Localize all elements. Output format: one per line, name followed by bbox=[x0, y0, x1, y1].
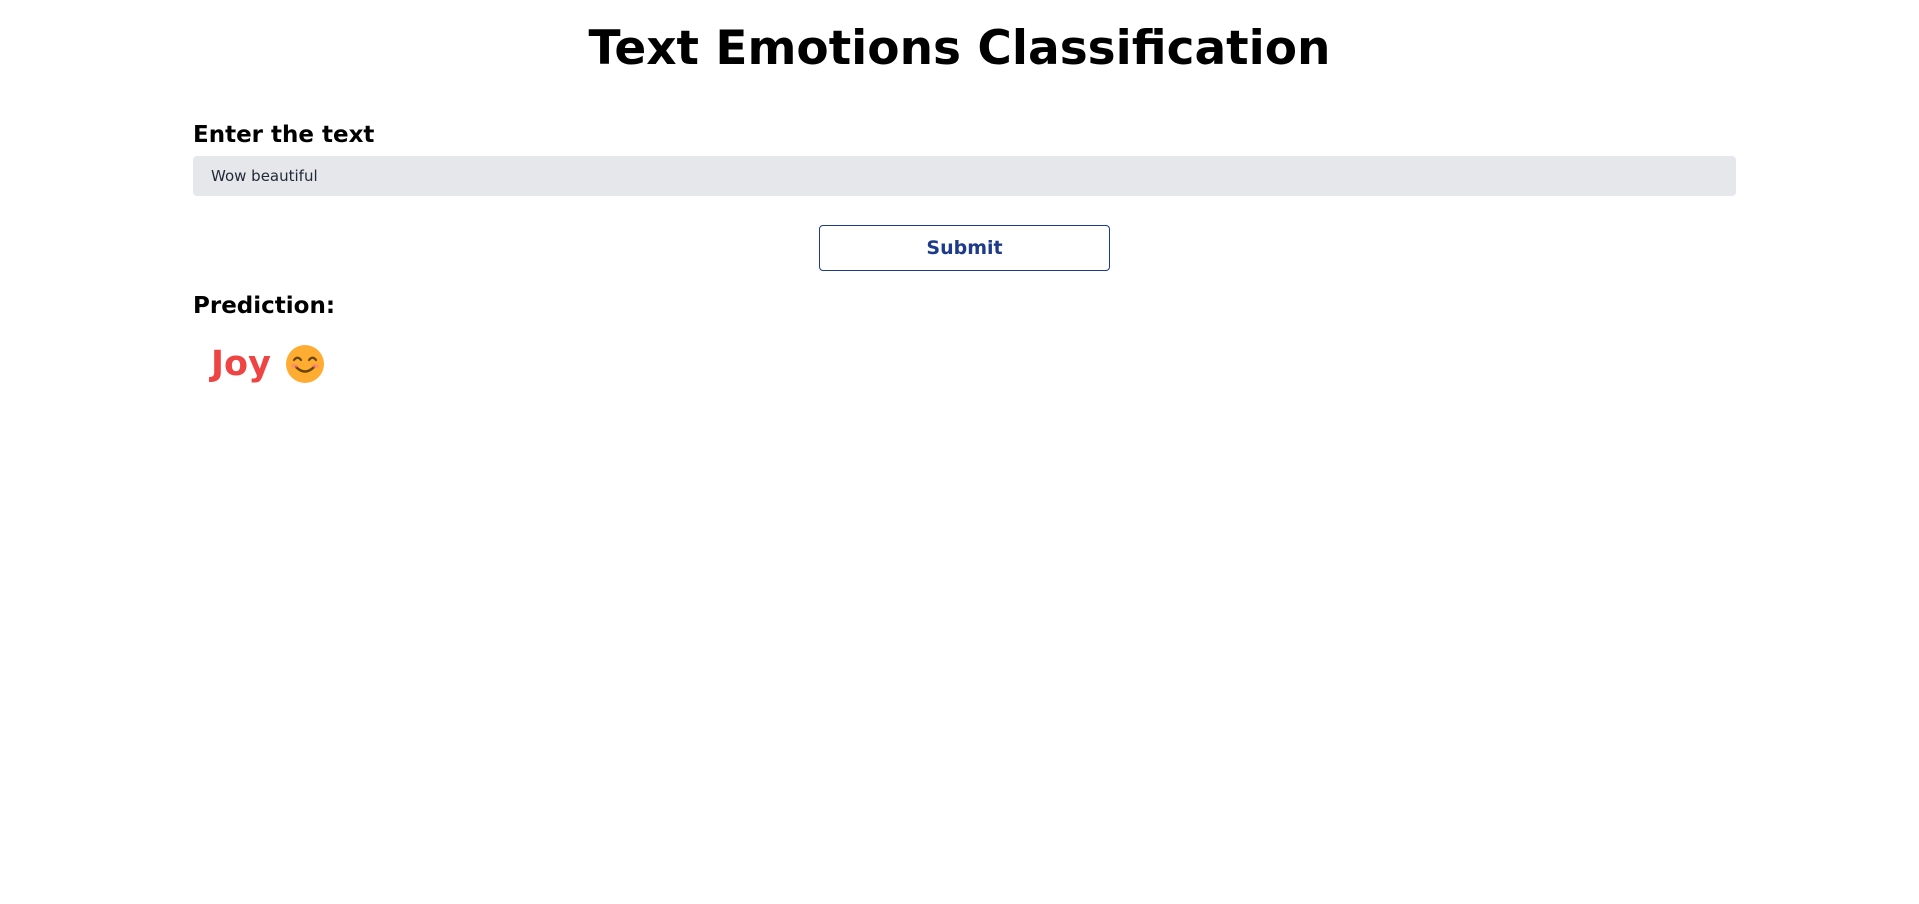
prediction-label: Prediction: bbox=[193, 293, 336, 319]
smiling-face-icon bbox=[285, 344, 325, 384]
text-input-label: Enter the text bbox=[193, 122, 375, 148]
page: Text Emotions Classification Enter the t… bbox=[0, 0, 1919, 904]
page-title: Text Emotions Classification bbox=[588, 21, 1331, 76]
submit-button[interactable]: Submit bbox=[819, 225, 1110, 271]
text-input[interactable] bbox=[193, 156, 1736, 196]
prediction-result: Joy bbox=[193, 343, 1736, 385]
submit-container: Submit bbox=[193, 225, 1736, 271]
predicted-emotion: Joy bbox=[211, 344, 271, 384]
classification-form: Enter the text Submit Prediction: Joy bbox=[193, 120, 1736, 385]
